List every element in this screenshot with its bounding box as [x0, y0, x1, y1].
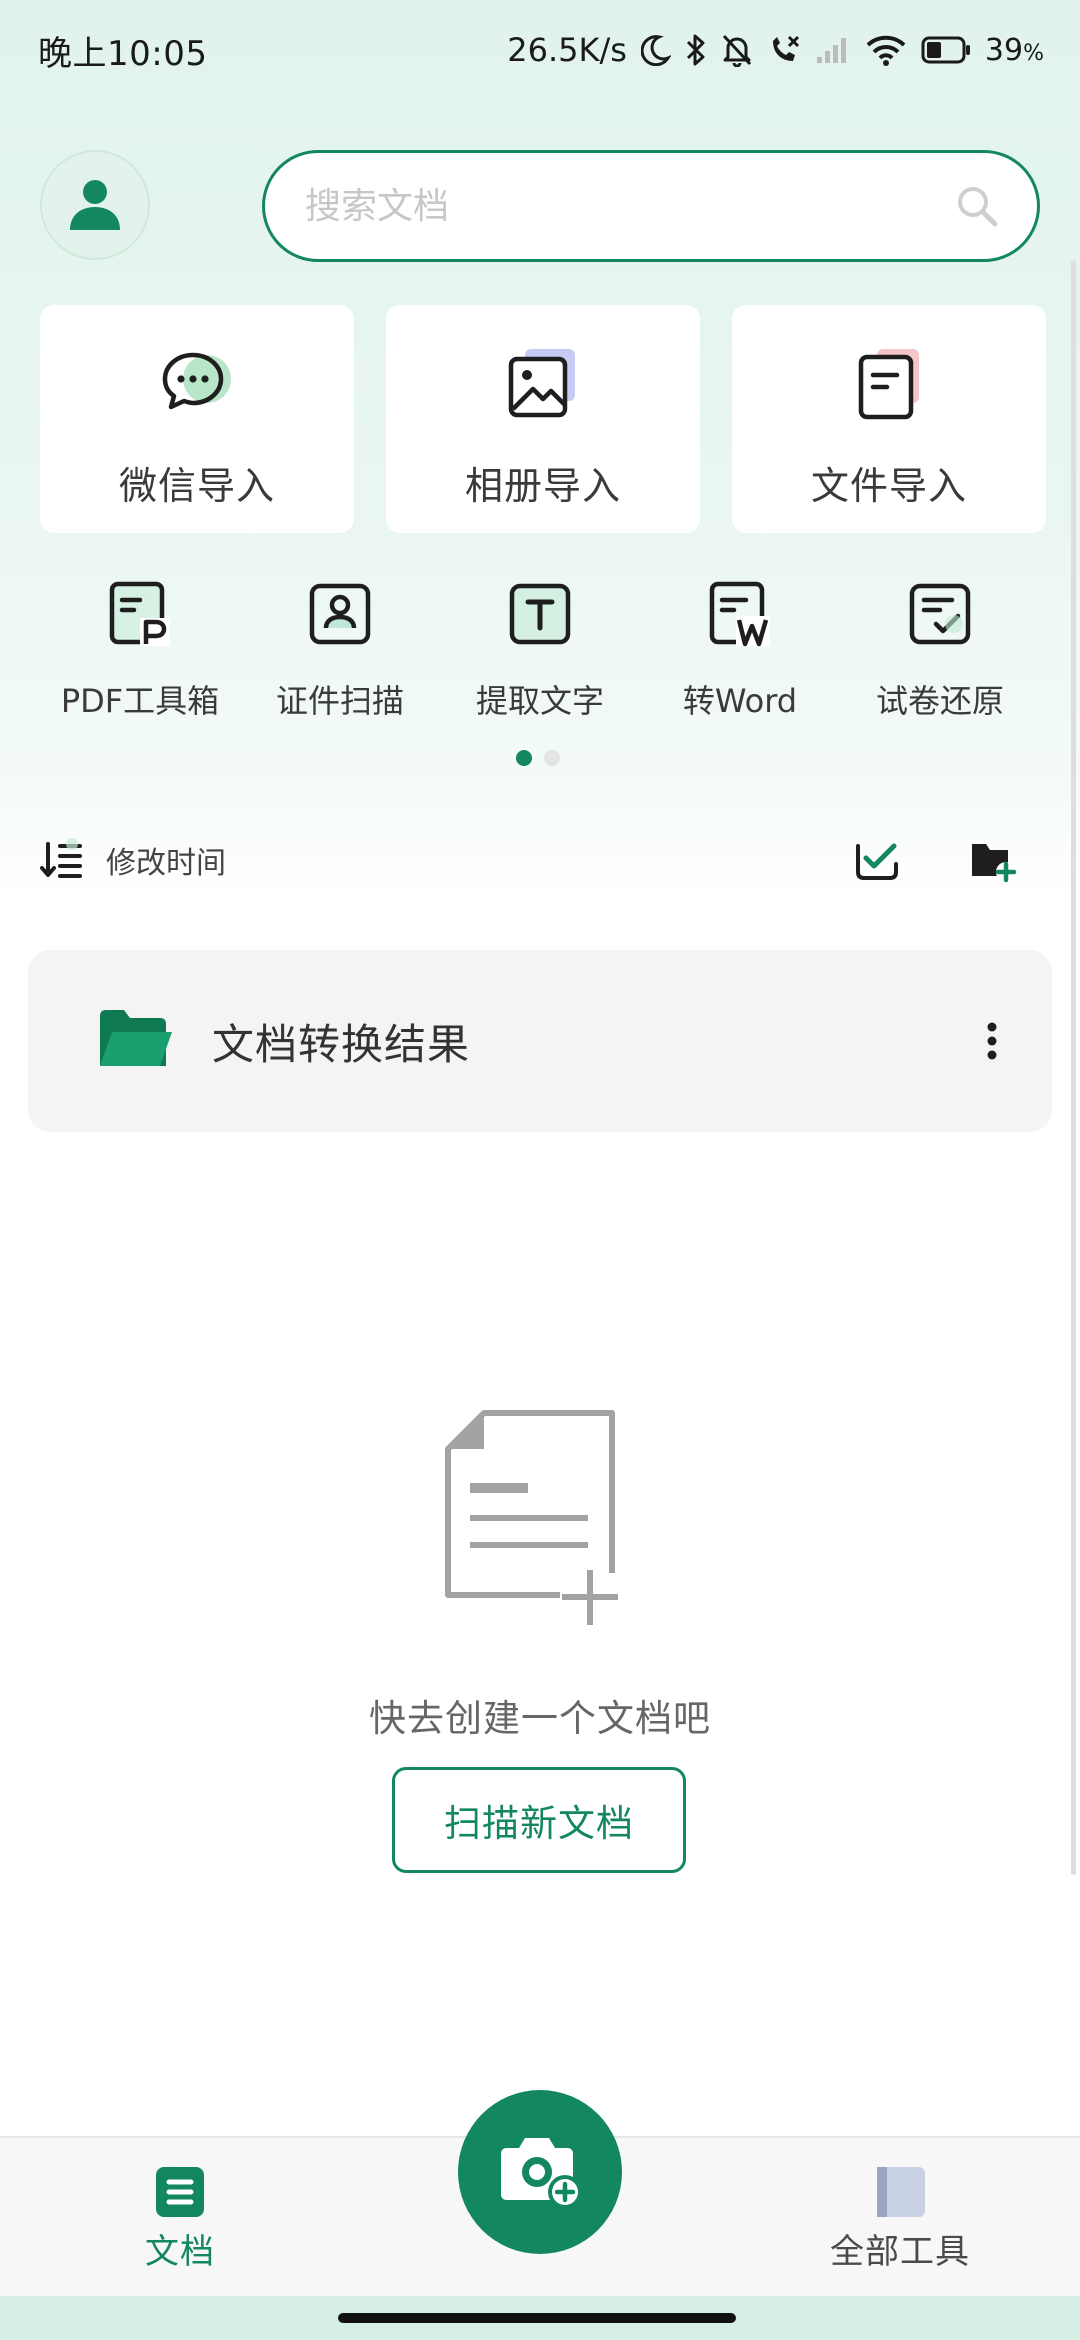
to-word-icon — [709, 581, 770, 647]
tool-label: 转Word — [682, 682, 798, 720]
scrollbar[interactable] — [1071, 260, 1076, 1875]
multi-select-icon[interactable] — [852, 836, 900, 884]
tools-pager — [516, 750, 560, 766]
scan-new-document-button[interactable]: 扫描新文档 — [392, 1767, 686, 1873]
import-card-file[interactable]: 文件导入 — [732, 305, 1046, 533]
sort-label: 修改时间 — [106, 846, 226, 881]
camera-add-icon — [501, 2138, 582, 2209]
avatar-button[interactable] — [40, 150, 150, 260]
tool-label: 提取文字 — [475, 682, 604, 720]
moon-icon — [640, 34, 671, 66]
import-card-album[interactable]: 相册导入 — [386, 305, 700, 533]
tool-extract-text[interactable]: 提取文字 — [440, 580, 640, 730]
status-icons: 26.5K/s 39% — [507, 31, 1044, 69]
import-card-label: 微信导入 — [118, 464, 275, 508]
battery-icon — [921, 35, 971, 65]
empty-state-message: 快去创建一个文档吧 — [369, 1697, 711, 1740]
folder-name: 文档转换结果 — [212, 1019, 471, 1069]
nav-item-all-tools[interactable]: 全部工具 — [820, 2166, 980, 2273]
tool-label: PDF工具箱 — [60, 682, 220, 720]
tool-pdf-toolbox[interactable]: PDF工具箱 — [40, 580, 240, 730]
documents-icon — [156, 2167, 204, 2217]
all-tools-icon — [877, 2167, 925, 2217]
user-icon — [70, 180, 120, 230]
wifi-icon — [865, 34, 907, 66]
pdf-toolbox-icon — [109, 581, 170, 646]
signal-icon — [815, 35, 851, 65]
app-screen: 晚上10:05 26.5K/s 39% 搜索文档 微信导入 相册导入 文件导入 … — [0, 0, 1080, 2340]
search-icon[interactable] — [955, 184, 999, 228]
photo-album-icon — [503, 345, 583, 425]
pager-dot — [544, 750, 560, 766]
status-time: 晚上10:05 — [38, 33, 208, 74]
nav-label: 全部工具 — [830, 2232, 970, 2272]
call-missed-icon — [767, 33, 801, 67]
import-cards: 微信导入 相册导入 文件导入 — [40, 305, 1046, 533]
import-card-label: 相册导入 — [464, 464, 621, 508]
status-bar: 晚上10:05 26.5K/s 39% — [0, 0, 1080, 100]
more-icon[interactable] — [972, 1011, 1012, 1071]
battery-percent: 39% — [984, 32, 1044, 68]
nav-label: 文档 — [145, 2232, 215, 2272]
tool-id-scan[interactable]: 证件扫描 — [240, 580, 440, 730]
tool-to-word[interactable]: 转Word — [640, 580, 840, 730]
camera-button[interactable] — [458, 2090, 622, 2254]
search-bar[interactable] — [262, 150, 1040, 262]
sort-icon — [40, 838, 82, 878]
file-icon — [849, 345, 929, 425]
id-scan-icon — [309, 583, 371, 645]
exam-restore-icon — [909, 583, 971, 645]
folder-item[interactable]: 文档转换结果 — [28, 950, 1052, 1132]
list-actions — [852, 836, 1040, 884]
tool-exam-restore[interactable]: 试卷还原 — [840, 580, 1040, 730]
new-document-icon — [445, 1410, 618, 1631]
nav-item-documents[interactable]: 文档 — [130, 2166, 230, 2273]
wechat-icon — [157, 345, 237, 425]
folder-icon — [100, 1010, 172, 1066]
sort-row: 修改时间 — [40, 830, 1040, 890]
tool-label: 证件扫描 — [275, 682, 404, 720]
tool-label: 试卷还原 — [875, 682, 1004, 720]
mute-icon — [721, 33, 753, 67]
network-speed: 26.5K/s — [507, 31, 627, 69]
pager-dot-active — [516, 750, 532, 766]
extract-text-icon — [509, 583, 571, 645]
tools-row: PDF工具箱 证件扫描 提取文字 转Word 试卷还原 — [40, 580, 1040, 730]
home-indicator[interactable] — [338, 2313, 736, 2323]
bluetooth-icon — [685, 33, 707, 67]
search-input[interactable] — [305, 185, 955, 227]
sort-button[interactable]: 修改时间 — [40, 838, 226, 882]
import-card-wechat[interactable]: 微信导入 — [40, 305, 354, 533]
new-folder-icon[interactable] — [968, 836, 1018, 884]
import-card-label: 文件导入 — [810, 464, 967, 508]
